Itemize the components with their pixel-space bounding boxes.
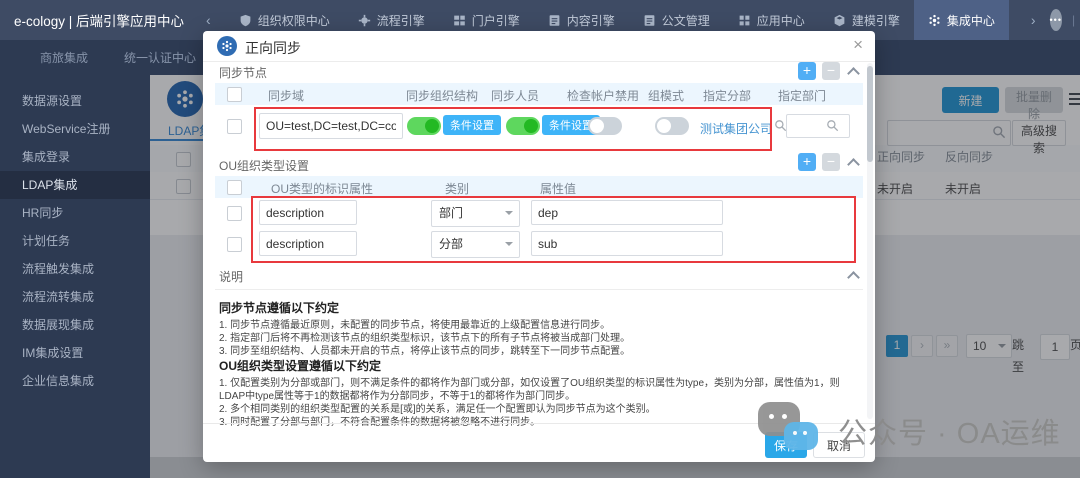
sidebar-item-sso-login[interactable]: 集成登录 bbox=[0, 143, 150, 171]
integration-flower-icon bbox=[928, 14, 941, 27]
org-condition-button[interactable]: 条件设置 bbox=[443, 115, 501, 135]
sidebar-item-workflow-flow[interactable]: 流程流转集成 bbox=[0, 283, 150, 311]
chevron-down-icon bbox=[505, 211, 513, 219]
cube-icon bbox=[833, 14, 846, 27]
rule-item: 2. 指定部门后将不再检测该节点的组织类型标识，该节点下的所有子节点将被当成部门… bbox=[219, 332, 855, 345]
ou-attr-input[interactable] bbox=[259, 231, 357, 256]
sync-node-table-header: 同步域 同步组织结构 同步人员 检查帐户禁用 组模式 指定分部 指定部门 bbox=[215, 83, 863, 105]
col-assign-subcompany: 指定分部 bbox=[703, 87, 751, 104]
select-all-checkbox[interactable] bbox=[227, 87, 242, 102]
col-check-account-disabled: 检查帐户禁用 bbox=[567, 87, 639, 104]
sidebar-item-datasource[interactable]: 数据源设置 bbox=[0, 87, 150, 115]
row-checkbox[interactable] bbox=[227, 237, 242, 252]
apps-icon bbox=[738, 14, 751, 27]
rule-item: 1. 仅配置类别为分部或部门，则不满足条件的都将作为部门或分部，如仅设置了OU组… bbox=[219, 377, 855, 403]
attr-value-input[interactable] bbox=[531, 231, 723, 256]
sidebar-item-enterprise-info[interactable]: 企业信息集成 bbox=[0, 367, 150, 395]
save-button[interactable]: 保存 bbox=[765, 432, 807, 458]
shield-icon bbox=[239, 14, 252, 27]
collapse-section-icon[interactable] bbox=[849, 66, 858, 75]
cancel-button[interactable]: 取消 bbox=[813, 432, 865, 458]
modal-footer: 保存 取消 bbox=[203, 423, 875, 463]
add-row-icon[interactable]: + bbox=[798, 62, 816, 80]
col-assign-department: 指定部门 bbox=[778, 87, 826, 104]
sidebar-item-scheduled-task[interactable]: 计划任务 bbox=[0, 227, 150, 255]
col-ou-attr: OU类型的标识属性 bbox=[271, 180, 373, 197]
nav-item-integration-center[interactable]: 集成中心 bbox=[914, 0, 1009, 40]
modal-header: 正向同步 × bbox=[203, 31, 875, 62]
col-attr-value: 属性值 bbox=[540, 180, 576, 197]
tab-business-travel[interactable]: 商旅集成 bbox=[22, 40, 106, 75]
check-account-disabled-toggle[interactable] bbox=[588, 117, 622, 135]
ou-attr-input[interactable] bbox=[259, 200, 357, 225]
tab-unified-auth[interactable]: 统一认证中心 bbox=[106, 40, 214, 75]
group-mode-toggle[interactable] bbox=[655, 117, 689, 135]
rule-item: 2. 多个相同类别的组织类型配置的关系是[或]的关系，满足任一个配置即认为同步节… bbox=[219, 403, 855, 416]
collapse-chevron-icon[interactable]: ‹ bbox=[206, 12, 211, 28]
modal-scrollbar[interactable] bbox=[867, 63, 873, 419]
remove-row-icon[interactable]: − bbox=[822, 62, 840, 80]
topbar-right: ••• | 理员 系统管理员 ▾ bbox=[1050, 0, 1080, 46]
col-category: 类别 bbox=[445, 180, 469, 197]
rules-title: OU组织类型设置遵循以下约定 bbox=[219, 357, 855, 374]
topbar-divider: | bbox=[1072, 13, 1075, 27]
remove-row-icon[interactable]: − bbox=[822, 153, 840, 171]
category-select[interactable]: 分部 bbox=[431, 231, 520, 258]
chevron-down-icon bbox=[505, 242, 513, 250]
department-input[interactable] bbox=[786, 114, 850, 138]
ou-type-table-header: OU类型的标识属性 类别 属性值 bbox=[215, 176, 863, 198]
row-checkbox[interactable] bbox=[227, 119, 242, 134]
subcompany-value[interactable]: 测试集团公司 bbox=[700, 120, 772, 137]
department-search-icon[interactable] bbox=[826, 119, 839, 132]
col-group-mode: 组模式 bbox=[648, 87, 684, 104]
col-sync-people: 同步人员 bbox=[491, 87, 539, 104]
sync-people-toggle[interactable] bbox=[506, 117, 540, 135]
app-root: e-cology | 后端引擎应用中心 ‹ 组织权限中心 流程引擎 门户引擎 内… bbox=[0, 0, 1080, 478]
sidebar-item-workflow-trigger[interactable]: 流程触发集成 bbox=[0, 255, 150, 283]
rules-title: 同步节点遵循以下约定 bbox=[219, 299, 855, 316]
close-icon[interactable]: × bbox=[853, 35, 863, 55]
ou-type-section-label: OU组织类型设置 bbox=[219, 157, 309, 174]
select-all-checkbox[interactable] bbox=[227, 180, 242, 195]
more-nav-chevron-icon[interactable]: › bbox=[1031, 12, 1036, 28]
add-row-icon[interactable]: + bbox=[798, 153, 816, 171]
col-sync-domain: 同步域 bbox=[268, 87, 304, 104]
sync-org-toggle[interactable] bbox=[407, 117, 441, 135]
sidebar-item-webservice[interactable]: WebService注册 bbox=[0, 115, 150, 143]
forward-sync-modal: 正向同步 × 同步节点 + − 同步域 同步组织结构 同步人员 检查帐户禁用 组… bbox=[203, 31, 875, 462]
document-icon bbox=[548, 14, 561, 27]
col-sync-org: 同步组织结构 bbox=[406, 87, 478, 104]
sidebar: 数据源设置 WebService注册 集成登录 LDAP集成 HR同步 计划任务… bbox=[0, 75, 150, 478]
notes-section-label: 说明 bbox=[219, 268, 243, 285]
divider bbox=[215, 289, 863, 290]
app-logo: e-cology | 后端引擎应用中心 bbox=[14, 10, 184, 30]
document-icon bbox=[643, 14, 656, 27]
category-select[interactable]: 部门 bbox=[431, 200, 520, 227]
sync-flower-icon bbox=[217, 36, 237, 56]
portal-grid-icon bbox=[453, 14, 466, 27]
sidebar-item-hr-sync[interactable]: HR同步 bbox=[0, 199, 150, 227]
sync-node-rules: 同步节点遵循以下约定 1. 同步节点遵循最近原则，未配置的同步节点，将使用最靠近… bbox=[219, 299, 855, 358]
gear-icon bbox=[358, 14, 371, 27]
scrollbar-thumb[interactable] bbox=[867, 66, 873, 162]
sidebar-item-im[interactable]: IM集成设置 bbox=[0, 339, 150, 367]
sidebar-item-data-display[interactable]: 数据展现集成 bbox=[0, 311, 150, 339]
sync-node-section-label: 同步节点 bbox=[219, 64, 267, 81]
collapse-section-icon[interactable] bbox=[849, 270, 858, 279]
row-checkbox[interactable] bbox=[227, 206, 242, 221]
attr-value-input[interactable] bbox=[531, 200, 723, 225]
more-options-icon[interactable]: ••• bbox=[1050, 9, 1062, 31]
collapse-section-icon[interactable] bbox=[849, 157, 858, 166]
sidebar-item-ldap[interactable]: LDAP集成 bbox=[0, 171, 150, 199]
sync-domain-input[interactable] bbox=[259, 113, 403, 139]
ou-type-rules: OU组织类型设置遵循以下约定 1. 仅配置类别为分部或部门，则不满足条件的都将作… bbox=[219, 357, 855, 429]
rule-item: 1. 同步节点遵循最近原则，未配置的同步节点，将使用最靠近的上级配置信息进行同步… bbox=[219, 319, 855, 332]
modal-title: 正向同步 bbox=[245, 38, 301, 58]
